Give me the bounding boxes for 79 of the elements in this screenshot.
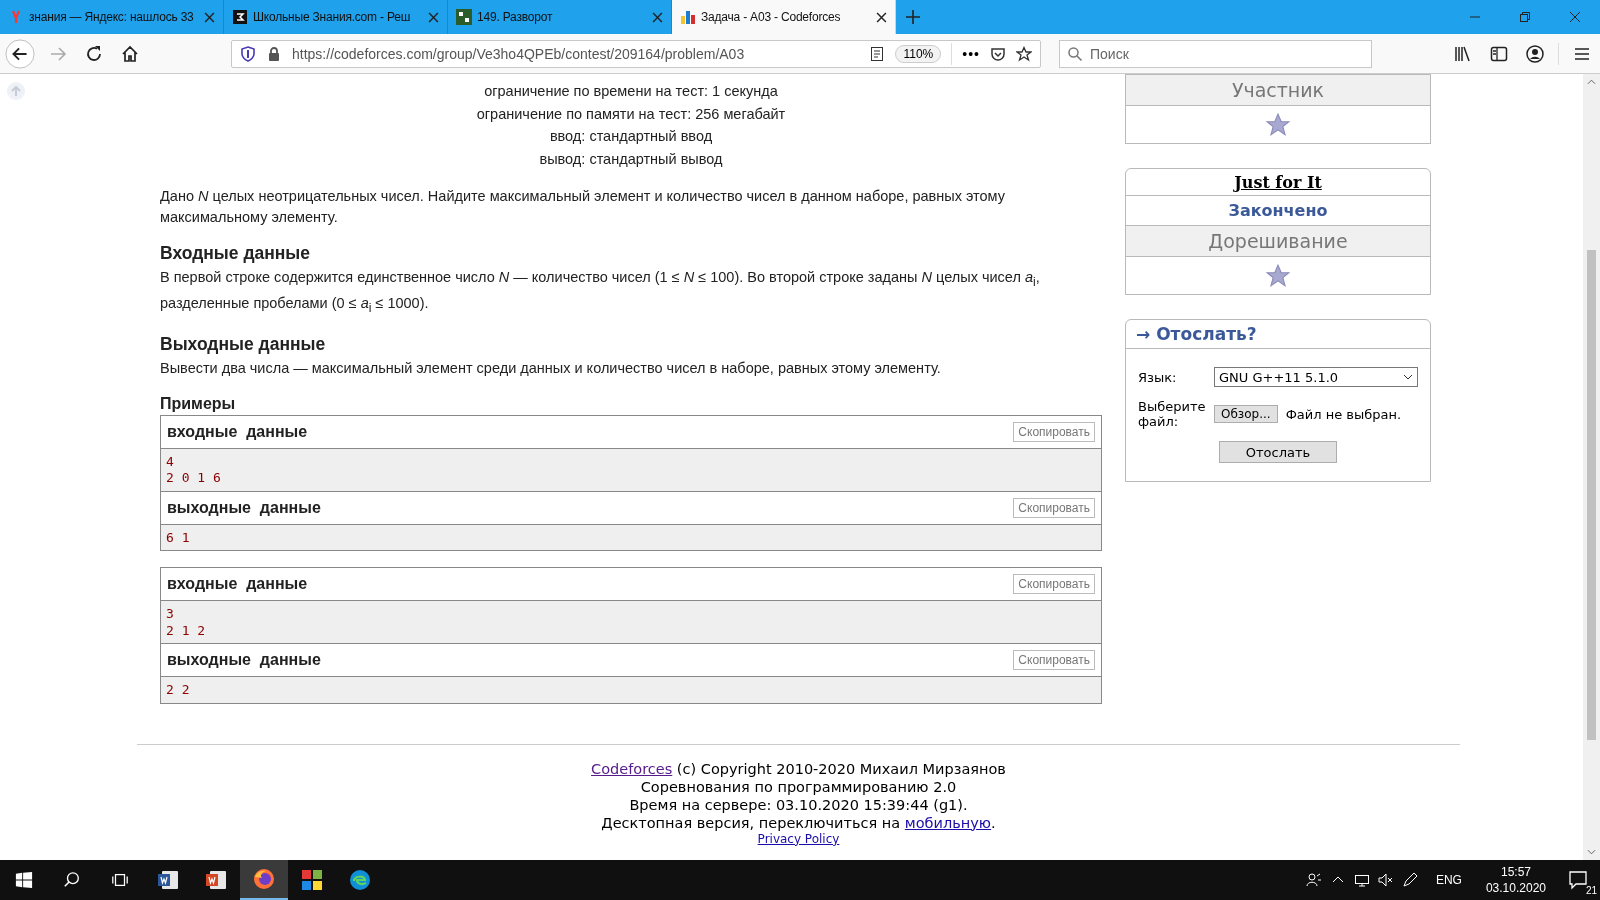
- browser-tab[interactable]: Задача - A03 - Codeforces: [672, 0, 896, 34]
- star-icon: [1265, 111, 1291, 138]
- footer-link[interactable]: мобильную: [904, 814, 992, 831]
- footer-text: Десктопная версия, переключиться на мобильную.: [601, 813, 996, 832]
- clock[interactable]: 15:57 03.10.2020: [1485, 864, 1546, 896]
- close-icon[interactable]: [204, 11, 215, 23]
- copy-button[interactable]: Скопировать: [1013, 650, 1095, 671]
- chat-bubble-icon: [1568, 870, 1588, 890]
- shield-icon[interactable]: [240, 45, 256, 62]
- star-icon[interactable]: [1016, 45, 1032, 62]
- bar-chart-icon: [680, 9, 696, 25]
- input-language[interactable]: ENG: [1435, 873, 1462, 887]
- examples-title: Примеры: [160, 394, 237, 413]
- star-icon: [1265, 262, 1291, 289]
- back-icon[interactable]: [5, 38, 35, 69]
- url-text[interactable]: https://codeforces.com/group/Ve3ho4QPEb/contest/209164/problem/A03: [292, 45, 860, 62]
- colored-tiles-icon: [300, 868, 324, 892]
- submit-title: → Отослать?: [1126, 320, 1430, 349]
- swirl-icon: [348, 868, 372, 892]
- problem-statement: Дано N целых неотрицательных чисел. Найдите максимальный элемент и количество чисел в данном наборе, равных этому максимальному элементу.: [160, 187, 1006, 227]
- close-icon[interactable]: [652, 11, 663, 23]
- zoom-level[interactable]: 110%: [895, 44, 942, 63]
- chevron-icon: [1403, 374, 1413, 380]
- section-text: Вывести два числа — максимальный элемент среди данных и количество чисел в наборе, равных этому элементу.: [160, 358, 942, 378]
- close-icon[interactable]: [428, 11, 439, 23]
- sample-data: 6 1: [161, 524, 1101, 551]
- sample-data: 2 2: [161, 677, 1101, 703]
- scrollbar[interactable]: [1583, 74, 1600, 860]
- section-title: Выходные данные: [160, 333, 327, 355]
- reader-view-icon[interactable]: [869, 45, 886, 62]
- problem-limit: ввод: стандартный ввод: [548, 127, 714, 146]
- fox-globe-icon: [252, 867, 276, 891]
- problem-limit: ограничение по времени на тест: 1 секунда: [483, 82, 779, 101]
- copy-button[interactable]: Скопировать: [1013, 497, 1095, 518]
- pocket-icon[interactable]: [990, 45, 1006, 62]
- sample-title: выходные данные: [167, 498, 321, 517]
- browse-button[interactable]: Обзор...: [1214, 405, 1278, 423]
- sample-data: 4 2 0 1 6: [161, 448, 1101, 492]
- address-bar[interactable]: https://codeforces.com/group/Ve3ho4QPEb/contest/209164/problem/A03 110% •••: [231, 39, 1041, 68]
- sample-data: 3 2 1 2: [161, 601, 1101, 645]
- scrollbar-thumb[interactable]: [1587, 250, 1596, 740]
- document-app-icon: [204, 868, 228, 892]
- problem-limit: вывод: стандартный вывод: [538, 149, 724, 169]
- search-field[interactable]: Поиск: [1059, 39, 1372, 68]
- participant-role: Участник: [1126, 74, 1430, 105]
- footer-text: Codeforces (c) Copyright 2010-2020 Михаил Мирзаянов: [591, 759, 1006, 778]
- copy-button[interactable]: Скопировать: [1013, 574, 1095, 595]
- network-icon[interactable]: [1353, 872, 1370, 888]
- file-label: Выберите файл:: [1138, 399, 1206, 429]
- footer-text: Соревнования по программированию 2.0: [640, 777, 957, 796]
- people-icon[interactable]: [1305, 872, 1322, 888]
- contest-phase: Дорешивание: [1126, 225, 1430, 256]
- muted-speaker-icon[interactable]: [1377, 872, 1394, 888]
- language-select[interactable]: GNU G++11 5.1.0: [1214, 367, 1418, 387]
- footer-link[interactable]: Codeforces: [591, 760, 673, 777]
- close-icon[interactable]: [1569, 11, 1581, 23]
- close-icon[interactable]: [876, 11, 887, 23]
- sample-title: выходные данные: [167, 651, 321, 670]
- new-tab-icon[interactable]: [906, 10, 920, 24]
- pen-icon[interactable]: [1401, 872, 1418, 888]
- language-label: Язык:: [1138, 369, 1178, 385]
- restore-icon[interactable]: [1519, 11, 1531, 23]
- file-status: Файл не выбран.: [1285, 406, 1402, 422]
- notification-count: 21: [1585, 885, 1597, 896]
- privacy-link[interactable]: Privacy Policy: [757, 831, 840, 846]
- square-logo-icon: [456, 9, 472, 25]
- page-actions-menu[interactable]: •••: [962, 45, 980, 62]
- section-text: В первой строке содержится единственное число N — количество чисел (1 ≤ N ≤ 100). Во второй строке заданы N целых чисел a$_{i}$, разделенные пробелами (0 ≤ a$_{i}$ ≤ 1000).: [160, 268, 1041, 317]
- lock-icon[interactable]: [266, 45, 282, 62]
- footer-text: Время на сервере: 03.10.2020 15:39:44 (g1).: [629, 795, 968, 814]
- submit-button[interactable]: Отослать: [1219, 441, 1337, 463]
- copy-button[interactable]: Скопировать: [1013, 421, 1095, 442]
- contest-link[interactable]: Just for It: [1126, 169, 1430, 195]
- sample-title: входные данные: [167, 422, 308, 441]
- square-logo-icon: [232, 9, 248, 25]
- problem-limit: ограничение по памяти на тест: 256 мегабайт: [475, 104, 787, 124]
- section-title: Входные данные: [160, 243, 312, 264]
- document-app-icon: [156, 868, 180, 892]
- sample-title: входные данные: [167, 575, 308, 594]
